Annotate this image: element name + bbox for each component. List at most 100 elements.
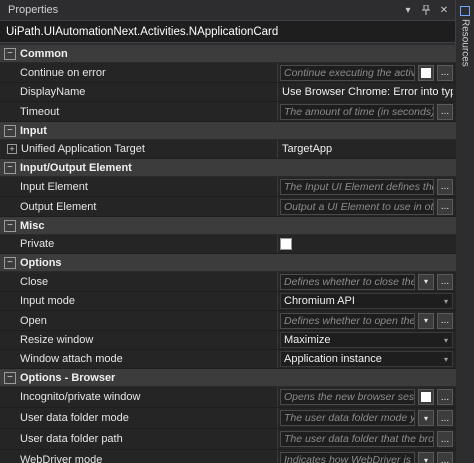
panel-title: Properties: [8, 4, 59, 16]
property-label: DisplayName: [0, 83, 278, 101]
input-element-ellipsis-button[interactable]: ...: [437, 178, 453, 195]
category-options-browser[interactable]: − Options - Browser: [0, 369, 456, 387]
unified-target-value[interactable]: TargetApp: [280, 143, 453, 155]
resources-tab[interactable]: Resources: [458, 4, 472, 72]
expand-icon[interactable]: +: [7, 144, 17, 154]
row-open: Open Defines whether to open the targ ▾ …: [0, 311, 456, 331]
property-grid: − Common Continue on error Continue exec…: [0, 45, 456, 463]
property-label: Continue on error: [0, 63, 278, 82]
collapse-icon[interactable]: −: [4, 124, 16, 137]
dropdown-icon[interactable]: ▾: [401, 3, 415, 17]
panel-titlebar: Properties ▾ ✕: [0, 0, 455, 21]
collapse-icon[interactable]: −: [4, 371, 16, 384]
property-label: Close: [0, 272, 278, 291]
category-label: Misc: [20, 219, 45, 232]
property-label: User data folder path: [0, 429, 278, 449]
property-label: User data folder mode: [0, 408, 278, 428]
property-label: Open: [0, 311, 278, 330]
continue-on-error-checkbox[interactable]: [418, 64, 434, 81]
resources-tab-label: Resources: [459, 19, 471, 67]
resources-icon: [460, 6, 470, 16]
row-incognito: Incognito/private window Opens the new b…: [0, 387, 456, 408]
collapse-icon[interactable]: −: [4, 161, 16, 174]
output-element-ellipsis-button[interactable]: ...: [437, 198, 453, 215]
resize-window-select[interactable]: Maximize ▾: [280, 332, 453, 348]
webdriver-mode-ellipsis-button[interactable]: ...: [437, 452, 453, 463]
timeout-input[interactable]: The amount of time (in seconds) to w: [280, 103, 434, 120]
row-input-element: Input Element The Input UI Element defin…: [0, 177, 456, 197]
category-common[interactable]: − Common: [0, 45, 456, 63]
close-icon[interactable]: ✕: [437, 3, 451, 17]
collapse-icon[interactable]: −: [4, 47, 16, 60]
user-data-folder-path-ellipsis-button[interactable]: ...: [437, 431, 453, 447]
activity-type-name: UiPath.UIAutomationNext.Activities.NAppl…: [0, 21, 455, 43]
property-label: Output Element: [0, 197, 278, 216]
row-display-name: DisplayName Use Browser Chrome: Error in…: [0, 83, 456, 102]
webdriver-mode-dropdown-button[interactable]: ▾: [418, 452, 434, 463]
category-options[interactable]: − Options: [0, 254, 456, 272]
property-name-cell: + Unified Application Target: [0, 140, 278, 158]
row-user-data-folder-path: User data folder path The user data fold…: [0, 429, 456, 450]
category-label: Input/Output Element: [20, 161, 132, 174]
row-unified-target: + Unified Application Target TargetApp: [0, 140, 456, 159]
property-label: Unified Application Target: [21, 143, 145, 155]
continue-on-error-ellipsis-button[interactable]: ...: [437, 64, 453, 81]
close-ellipsis-button[interactable]: ...: [437, 273, 453, 290]
property-label: Resize window: [0, 331, 278, 349]
user-data-folder-mode-ellipsis-button[interactable]: ...: [437, 410, 453, 426]
row-continue-on-error: Continue on error Continue executing the…: [0, 63, 456, 83]
close-dropdown-button[interactable]: ▾: [418, 273, 434, 290]
property-label: WebDriver mode: [0, 450, 278, 463]
chevron-down-icon: ▾: [443, 296, 448, 306]
row-user-data-folder-mode: User data folder mode The user data fold…: [0, 408, 456, 429]
incognito-checkbox[interactable]: [418, 389, 434, 405]
category-label: Options - Browser: [20, 371, 116, 384]
collapse-icon[interactable]: −: [4, 219, 16, 232]
row-output-element: Output Element Output a UI Element to us…: [0, 197, 456, 217]
category-input[interactable]: − Input: [0, 122, 456, 140]
row-webdriver-mode: WebDriver mode Indicates how WebDriver i…: [0, 450, 456, 463]
incognito-ellipsis-button[interactable]: ...: [437, 389, 453, 405]
open-ellipsis-button[interactable]: ...: [437, 312, 453, 329]
category-misc[interactable]: − Misc: [0, 217, 456, 235]
property-label: Incognito/private window: [0, 387, 278, 407]
output-element-input[interactable]: Output a UI Element to use in other: [280, 198, 434, 215]
category-label: Common: [20, 47, 68, 60]
right-sidebar: Resources: [456, 0, 474, 463]
pin-icon[interactable]: [419, 3, 433, 17]
properties-panel: Properties ▾ ✕ UiPath.UIAutomationNext.A…: [0, 0, 456, 463]
display-name-input[interactable]: Use Browser Chrome: Error into type into: [280, 86, 453, 98]
resize-window-value: Maximize: [284, 334, 331, 346]
collapse-icon[interactable]: −: [4, 256, 16, 269]
user-data-folder-path-input[interactable]: The user data folder that the browse: [280, 431, 434, 447]
property-label: Private: [0, 235, 278, 253]
user-data-folder-mode-input[interactable]: The user data folder mode you w: [280, 410, 415, 426]
private-checkbox[interactable]: [280, 238, 292, 250]
timeout-ellipsis-button[interactable]: ...: [437, 103, 453, 120]
row-input-mode: Input mode Chromium API ▾: [0, 292, 456, 311]
open-dropdown-button[interactable]: ▾: [418, 312, 434, 329]
property-label: Input mode: [0, 292, 278, 310]
category-label: Input: [20, 124, 47, 137]
input-element-input[interactable]: The Input UI Element defines the scr: [280, 178, 434, 195]
open-input[interactable]: Defines whether to open the targ: [280, 312, 415, 329]
row-window-attach-mode: Window attach mode Application instance …: [0, 350, 456, 369]
row-close: Close Defines whether to close the targ …: [0, 272, 456, 292]
close-input[interactable]: Defines whether to close the targ: [280, 273, 415, 290]
row-private: Private: [0, 235, 456, 254]
chevron-down-icon: ▾: [443, 354, 448, 364]
property-label: Timeout: [0, 102, 278, 121]
input-mode-select[interactable]: Chromium API ▾: [280, 293, 453, 309]
user-data-folder-mode-dropdown-button[interactable]: ▾: [418, 410, 434, 426]
input-mode-value: Chromium API: [284, 295, 355, 307]
property-label: Input Element: [0, 177, 278, 196]
property-label: Window attach mode: [0, 350, 278, 368]
webdriver-mode-input[interactable]: Indicates how WebDriver is used: [280, 452, 415, 463]
continue-on-error-input[interactable]: Continue executing the activities: [280, 64, 415, 81]
category-input-output-element[interactable]: − Input/Output Element: [0, 159, 456, 177]
category-label: Options: [20, 256, 62, 269]
row-timeout: Timeout The amount of time (in seconds) …: [0, 102, 456, 122]
incognito-input[interactable]: Opens the new browser session i: [280, 389, 415, 405]
chevron-down-icon: ▾: [443, 335, 448, 345]
window-attach-mode-select[interactable]: Application instance ▾: [280, 351, 453, 367]
